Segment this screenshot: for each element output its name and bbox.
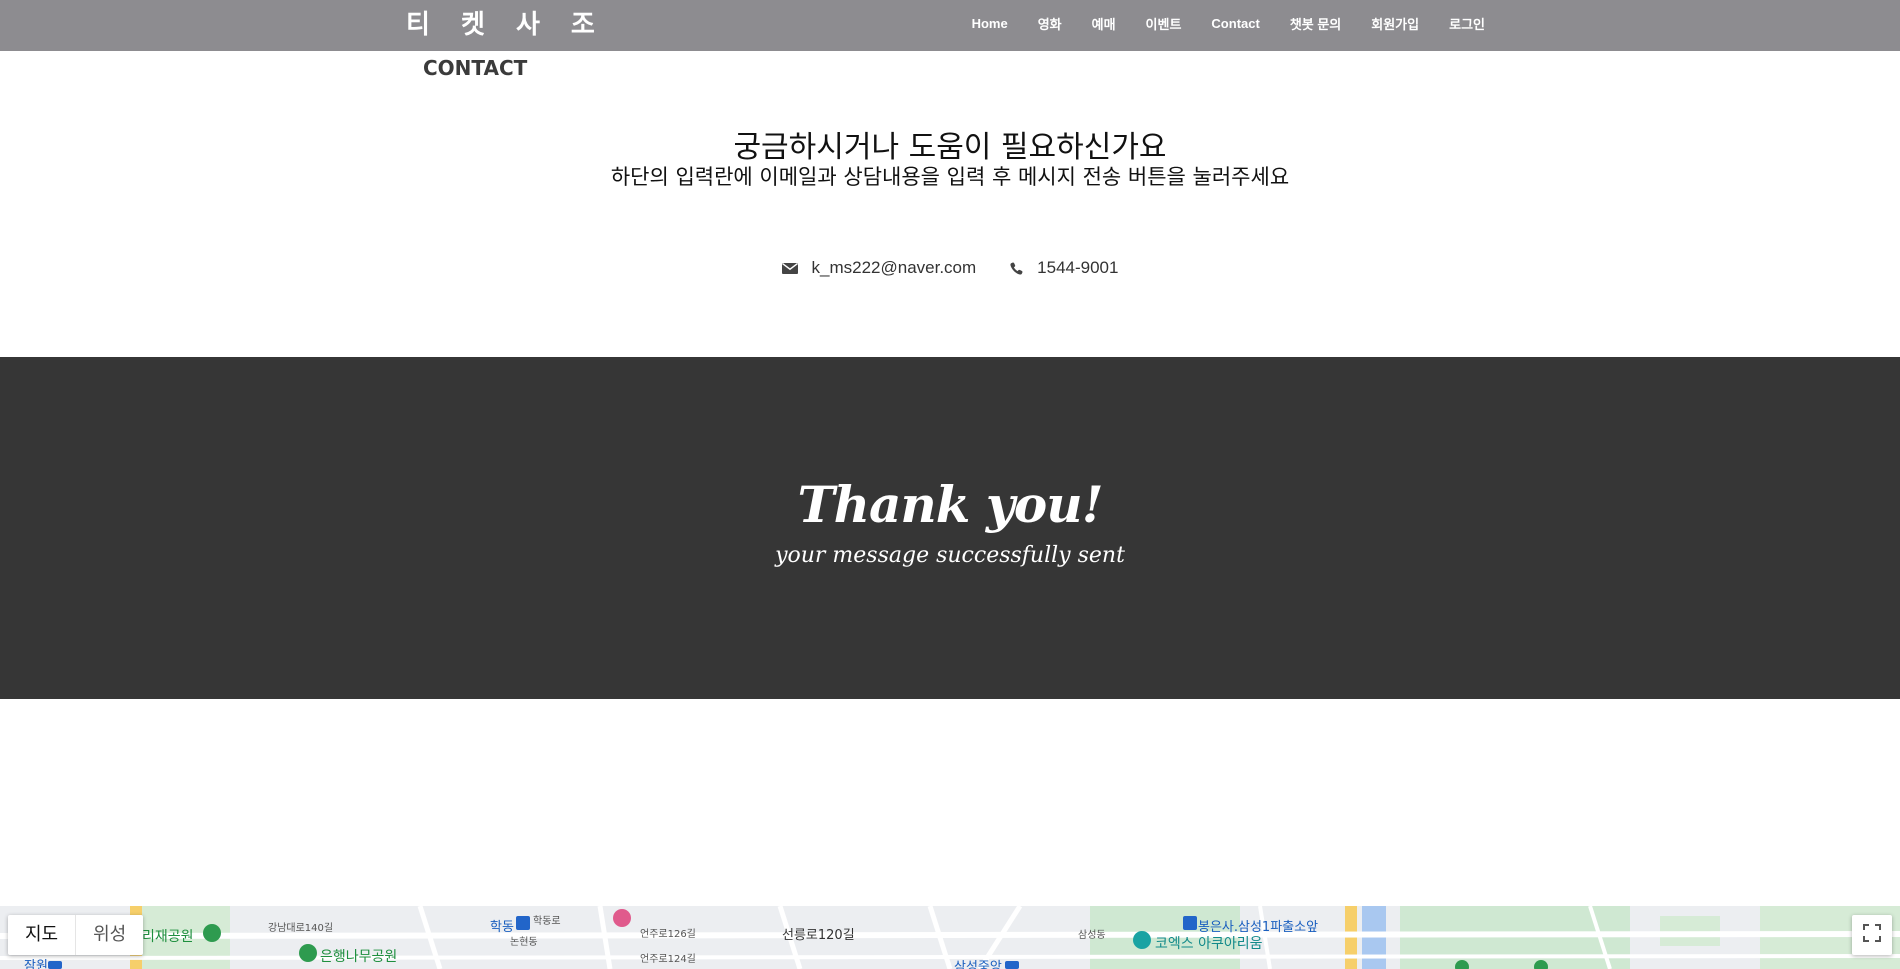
nav-home[interactable]: Home [957, 16, 1023, 31]
map-type-map-button[interactable]: 지도 [8, 915, 75, 955]
fullscreen-icon [1863, 924, 1881, 946]
contact-info: k_ms222@naver.com 1544-9001 [0, 258, 1900, 278]
map-label-park: 은행나무공원 [320, 949, 398, 965]
embedded-map[interactable]: 리재공원 은행나무공원 학동 학동로 논현동 강남대로140길 언주로126길 … [0, 906, 1900, 969]
nav-events[interactable]: 이벤트 [1131, 14, 1197, 33]
intro-subtitle: 하단의 입력란에 이메일과 상담내용을 입력 후 메시지 전송 버튼을 눌러주세… [610, 165, 1290, 189]
thank-you-section: Thank you! your message successfully sen… [0, 357, 1900, 699]
contact-email-text[interactable]: k_ms222@naver.com [812, 258, 977, 278]
map-label-area: 논현동 [510, 937, 538, 948]
page-title: CONTACT [423, 56, 528, 80]
map-label-road: 언주로126길 [640, 929, 696, 940]
contact-email: k_ms222@naver.com [781, 258, 977, 278]
top-navbar: 티 켓 사 조 Home 영화 예매 이벤트 Contact 챗봇 문의 회원가… [0, 0, 1900, 51]
map-label-park: 리재공원 [142, 929, 194, 945]
map-label-road: 학동로 [533, 916, 561, 927]
nav-movies[interactable]: 영화 [1023, 14, 1077, 33]
nav-menu: Home 영화 예매 이벤트 Contact 챗봇 문의 회원가입 로그인 [957, 0, 1500, 46]
thank-you-subtitle: your message successfully sent [775, 543, 1125, 568]
map-label-road: 언주로124길 [640, 954, 696, 965]
map-label-aquarium: 코엑스 아쿠아리움 [1155, 936, 1263, 952]
map-label-station: 삼성중앙 [954, 960, 1002, 969]
nav-booking[interactable]: 예매 [1077, 14, 1131, 33]
envelope-icon [781, 262, 798, 275]
contact-phone-text[interactable]: 1544-9001 [1037, 258, 1118, 278]
nav-chatbot[interactable]: 챗봇 문의 [1275, 14, 1356, 33]
map-tiles [0, 906, 1900, 969]
intro-title: 궁금하시거나 도움이 필요하신가요 [733, 130, 1167, 165]
contact-phone: 1544-9001 [1010, 258, 1118, 278]
phone-icon [1010, 262, 1023, 275]
map-label-road: 강남대로140길 [268, 923, 334, 934]
fullscreen-button[interactable] [1852, 915, 1892, 955]
map-label-area: 삼성동 [1078, 930, 1106, 941]
nav-signup[interactable]: 회원가입 [1356, 14, 1434, 33]
brand-logo[interactable]: 티 켓 사 조 [406, 4, 606, 41]
map-label-road: 선릉로120길 [782, 928, 855, 943]
thank-you-title: Thank you! [797, 475, 1103, 534]
map-type-control: 지도 위성 [8, 915, 144, 955]
map-type-satellite-button[interactable]: 위성 [75, 915, 143, 955]
map-label-station: 잠원 [24, 959, 48, 969]
nav-contact[interactable]: Contact [1196, 16, 1274, 31]
nav-login[interactable]: 로그인 [1434, 14, 1500, 33]
